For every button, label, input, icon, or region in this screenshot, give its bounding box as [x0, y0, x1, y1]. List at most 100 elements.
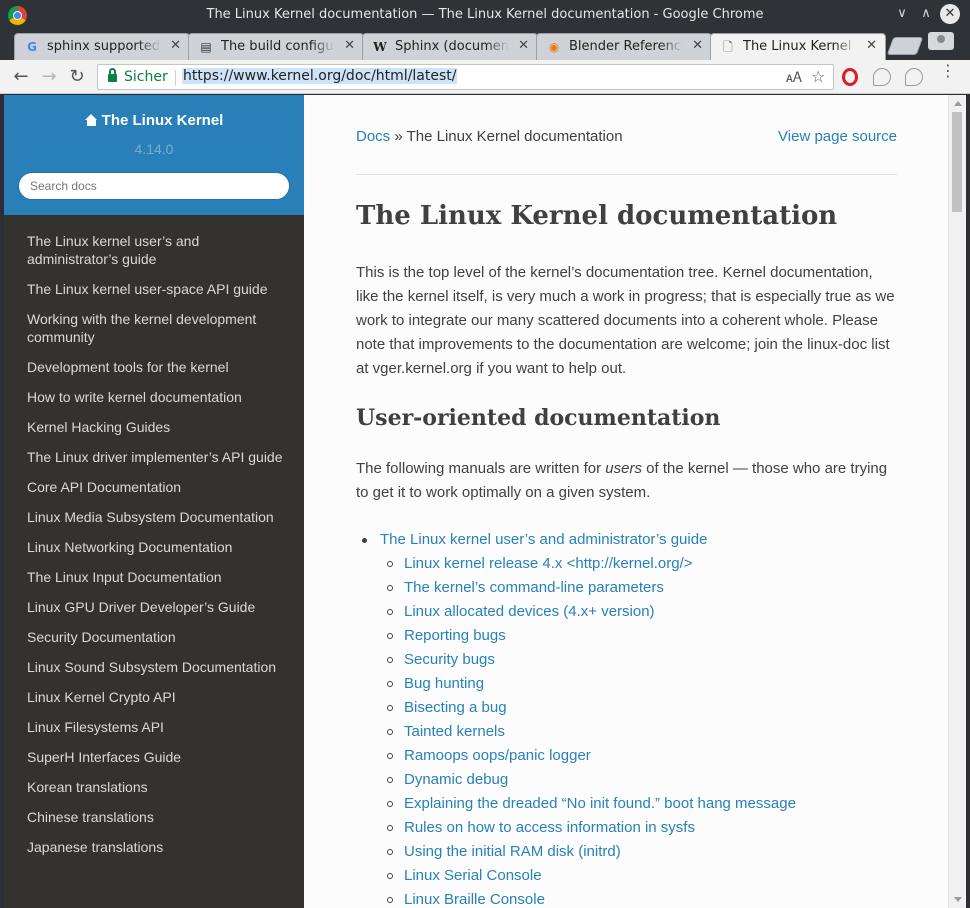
- maximize-button[interactable]: ∧: [916, 4, 936, 24]
- page-scrollbar[interactable]: [948, 95, 966, 908]
- toc-sublink[interactable]: Bug hunting: [404, 675, 484, 692]
- forward-button[interactable]: →: [38, 66, 60, 88]
- toc-subitem: Bisecting a bug: [356, 696, 897, 720]
- sidebar-item[interactable]: Security Documentation: [4, 622, 304, 652]
- sidebar-item[interactable]: The Linux kernel user’s and administrato…: [4, 226, 304, 274]
- sidebar-item[interactable]: Linux Filesystems API: [4, 712, 304, 742]
- intro-paragraph: This is the top level of the kernel’s do…: [356, 264, 895, 377]
- sidebar-item[interactable]: Kernel Hacking Guides: [4, 412, 304, 442]
- sidebar-item[interactable]: Core API Documentation: [4, 472, 304, 502]
- sidebar-item[interactable]: Linux GPU Driver Developer’s Guide: [4, 592, 304, 622]
- toc-sublink[interactable]: Dynamic debug: [404, 771, 508, 788]
- toc-sublink[interactable]: Tainted kernels: [404, 723, 505, 740]
- lock-icon: [108, 68, 117, 82]
- tab-close-icon[interactable]: ✕: [344, 38, 355, 53]
- sidebar-item[interactable]: Japanese translations: [4, 832, 304, 862]
- sidebar-nav: The Linux kernel user’s and administrato…: [4, 226, 304, 862]
- tab-sphinx-wikipedia[interactable]: W Sphinx (documentation generator) ✕: [362, 33, 538, 60]
- url-text[interactable]: https://www.kernel.org/doc/html/latest/: [182, 68, 458, 84]
- minimize-button[interactable]: ∨: [892, 4, 912, 24]
- address-bar[interactable]: Sicher https://www.kernel.org/doc/html/l…: [97, 64, 834, 90]
- sidebar-item[interactable]: How to write kernel documentation: [4, 382, 304, 412]
- tab-label: The build configuration file: [221, 39, 335, 54]
- breadcrumb-docs-link[interactable]: Docs: [356, 128, 390, 145]
- toc-subitem: Bug hunting: [356, 672, 897, 696]
- toc-subitem: Explaining the dreaded “No init found.” …: [356, 792, 897, 816]
- toc-sublink[interactable]: Reporting bugs: [404, 627, 506, 644]
- toc-sublink[interactable]: Linux Braille Console: [404, 891, 545, 908]
- tab-close-icon[interactable]: ✕: [518, 38, 529, 53]
- toc-link-admin-guide[interactable]: The Linux kernel user’s and administrato…: [380, 531, 707, 548]
- comment-extension-icon[interactable]: [905, 68, 923, 86]
- secure-label: Sicher: [124, 69, 168, 85]
- back-button[interactable]: ←: [10, 66, 32, 88]
- tab-label: sphinx supported languages: [47, 39, 161, 54]
- translate-icon[interactable]: 🗚: [786, 70, 802, 86]
- tab-strip: G sphinx supported languages ✕ ▤ The bui…: [0, 30, 970, 60]
- sidebar-item[interactable]: Linux Kernel Crypto API: [4, 682, 304, 712]
- toc-subitem: Reporting bugs: [356, 624, 897, 648]
- browser-menu-icon[interactable]: ⋮: [940, 63, 956, 79]
- section-intro-emphasis: users: [605, 460, 642, 477]
- toc-subitem: Ramoops oops/panic logger: [356, 744, 897, 768]
- tab-close-icon[interactable]: ✕: [170, 38, 181, 53]
- toc-sublink[interactable]: Ramoops oops/panic logger: [404, 747, 591, 764]
- docs-sidebar: The Linux Kernel 4.14.0 The Linux kernel…: [4, 95, 304, 908]
- toc-sublink[interactable]: Linux allocated devices (4.x+ version): [404, 603, 655, 620]
- sidebar-item[interactable]: Linux Media Subsystem Documentation: [4, 502, 304, 532]
- page-title: The Linux Kernel documentation: [356, 201, 838, 231]
- sidebar-item[interactable]: The Linux driver implementer’s API guide: [4, 442, 304, 472]
- breadcrumb-separator: »: [390, 128, 407, 145]
- home-icon: [84, 114, 98, 126]
- wikipedia-favicon-icon: W: [373, 40, 387, 54]
- search-docs-input[interactable]: [18, 172, 290, 200]
- page-favicon-icon: 🗋: [723, 40, 733, 54]
- sidebar-item[interactable]: Korean translations: [4, 772, 304, 802]
- toc-sublink[interactable]: Explaining the dreaded “No init found.” …: [404, 795, 796, 812]
- sidebar-item[interactable]: Linux Sound Subsystem Documentation: [4, 652, 304, 682]
- tab-blender-reference[interactable]: ◉ Blender Reference Manual ✕: [536, 33, 712, 60]
- tab-close-icon[interactable]: ✕: [866, 38, 877, 53]
- toc-subitem: Dynamic debug: [356, 768, 897, 792]
- tab-close-icon[interactable]: ✕: [692, 38, 703, 53]
- toc-sublink[interactable]: Using the initial RAM disk (initrd): [404, 843, 621, 860]
- bookmark-star-icon[interactable]: ☆: [811, 67, 825, 86]
- toc-sublink[interactable]: Rules on how to access information in sy…: [404, 819, 695, 836]
- project-home-link[interactable]: The Linux Kernel: [4, 112, 304, 129]
- opera-extension-icon[interactable]: [842, 68, 858, 86]
- toc-subitem: Tainted kernels: [356, 720, 897, 744]
- toc-sublink[interactable]: Security bugs: [404, 651, 495, 668]
- sidebar-item[interactable]: The Linux kernel user-space API guide: [4, 274, 304, 304]
- reload-button[interactable]: ↻: [66, 66, 88, 88]
- chat-extension-icon[interactable]: [873, 68, 891, 86]
- scroll-up-arrow-icon[interactable]: [954, 101, 962, 106]
- toc-subitem: Linux Braille Console: [356, 888, 897, 908]
- toc-subitem: Linux Serial Console: [356, 864, 897, 888]
- view-page-source-link[interactable]: View page source: [778, 128, 897, 145]
- sidebar-header: The Linux Kernel 4.14.0: [4, 95, 304, 215]
- tab-build-configuration[interactable]: ▤ The build configuration file ✕: [188, 33, 364, 60]
- sidebar-item[interactable]: The Linux Input Documentation: [4, 562, 304, 592]
- toc-subitem: The kernel’s command-line parameters: [356, 576, 897, 600]
- scroll-down-arrow-icon[interactable]: [954, 897, 962, 902]
- toc-sublink[interactable]: Bisecting a bug: [404, 699, 507, 716]
- close-window-button[interactable]: ✕: [940, 4, 960, 24]
- tab-sphinx-languages[interactable]: G sphinx supported languages ✕: [14, 33, 190, 60]
- profile-icon[interactable]: [928, 32, 954, 50]
- sidebar-item[interactable]: SuperH Interfaces Guide: [4, 742, 304, 772]
- tab-linux-kernel-docs[interactable]: 🗋 The Linux Kernel documentation ✕: [710, 33, 886, 60]
- toc-sublink[interactable]: The kernel’s command-line parameters: [404, 579, 664, 596]
- toc-sublink[interactable]: Linux Serial Console: [404, 867, 542, 884]
- sidebar-item[interactable]: Development tools for the kernel: [4, 352, 304, 382]
- toc-sublink[interactable]: Linux kernel release 4.x <http://kernel.…: [404, 555, 693, 572]
- tab-label: Sphinx (documentation generator): [395, 39, 509, 54]
- sidebar-item[interactable]: Chinese translations: [4, 802, 304, 832]
- tab-label: Blender Reference Manual: [569, 39, 683, 54]
- sidebar-item[interactable]: Working with the kernel development comm…: [4, 304, 304, 352]
- sidebar-item[interactable]: Linux Networking Documentation: [4, 532, 304, 562]
- scrollbar-thumb[interactable]: [952, 112, 962, 212]
- section-heading: User-oriented documentation: [356, 405, 721, 431]
- toc-subitem: Security bugs: [356, 648, 897, 672]
- breadcrumb-current: The Linux Kernel documentation: [406, 128, 623, 145]
- google-favicon-icon: G: [27, 40, 37, 54]
